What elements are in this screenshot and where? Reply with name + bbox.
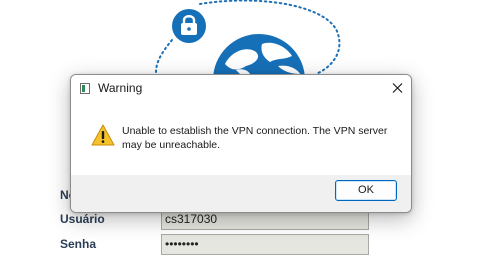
dialog-titlebar[interactable]: Warning [71, 75, 411, 102]
close-icon [392, 83, 403, 93]
lock-icon [172, 9, 206, 43]
warning-icon [91, 124, 115, 146]
close-button[interactable] [383, 75, 411, 102]
dialog-title: Warning [98, 81, 143, 95]
senha-field[interactable]: •••••••• [161, 234, 369, 255]
dialog-footer: OK [71, 175, 411, 212]
warning-dialog: Warning Unable to establish the VPN conn… [70, 74, 412, 213]
ok-button[interactable]: OK [335, 180, 397, 201]
dialog-body: Unable to establish the VPN connection. … [71, 102, 411, 175]
dialog-message: Unable to establish the VPN connection. … [122, 125, 388, 151]
usuario-label: Usuário [60, 212, 105, 226]
app-window-icon [80, 83, 90, 94]
senha-label: Senha [60, 237, 97, 251]
dotted-orbit-arc-left [155, 39, 173, 73]
screen: No Usuário cs317030 Senha •••••••• Warni… [0, 0, 500, 274]
